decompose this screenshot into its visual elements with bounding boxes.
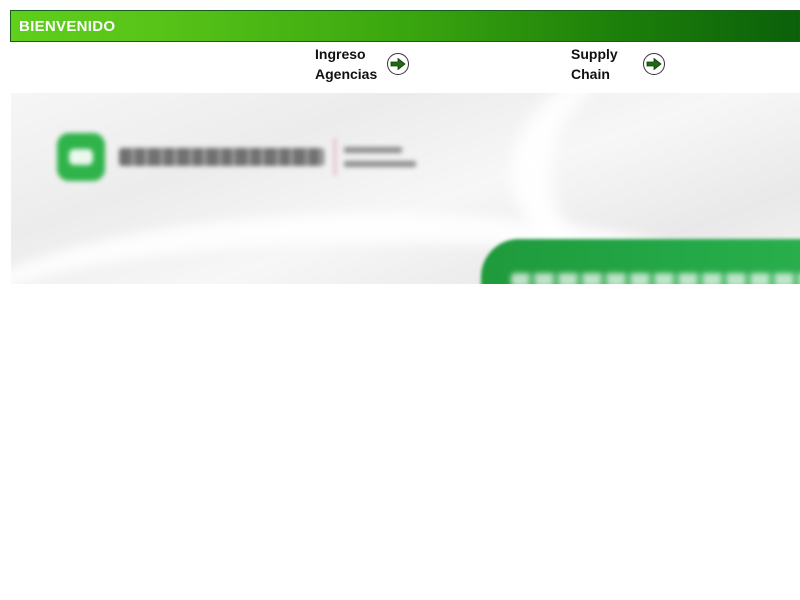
supply-label-line1: Supply bbox=[571, 46, 618, 62]
banner-panel-text bbox=[511, 273, 800, 284]
arrow-right-icon[interactable] bbox=[643, 53, 665, 75]
ingreso-agencias-link[interactable]: Ingreso Agencias bbox=[315, 44, 409, 84]
page: BIENVENIDO Ingreso Agencias Supply Chain bbox=[0, 0, 800, 600]
welcome-banner-image bbox=[11, 93, 800, 284]
logo-mark-icon bbox=[57, 133, 105, 181]
logo-subtitle bbox=[344, 147, 416, 167]
company-logo bbox=[57, 133, 416, 181]
supply-chain-link[interactable]: Supply Chain bbox=[571, 44, 665, 84]
arrow-right-icon[interactable] bbox=[387, 53, 409, 75]
ingreso-label-line2: Agencias bbox=[315, 66, 378, 82]
logo-divider bbox=[334, 138, 336, 176]
supply-chain-label: Supply Chain bbox=[571, 44, 641, 84]
supply-label-line2: Chain bbox=[571, 66, 610, 82]
logo-mark-inner bbox=[69, 149, 93, 165]
ingreso-agencias-label: Ingreso Agencias bbox=[315, 44, 377, 84]
header-bar: BIENVENIDO bbox=[10, 10, 800, 42]
banner-green-panel bbox=[481, 239, 800, 284]
ingreso-label-line1: Ingreso bbox=[315, 46, 366, 62]
logo-wordmark bbox=[119, 148, 324, 166]
header-title: BIENVENIDO bbox=[19, 17, 116, 35]
